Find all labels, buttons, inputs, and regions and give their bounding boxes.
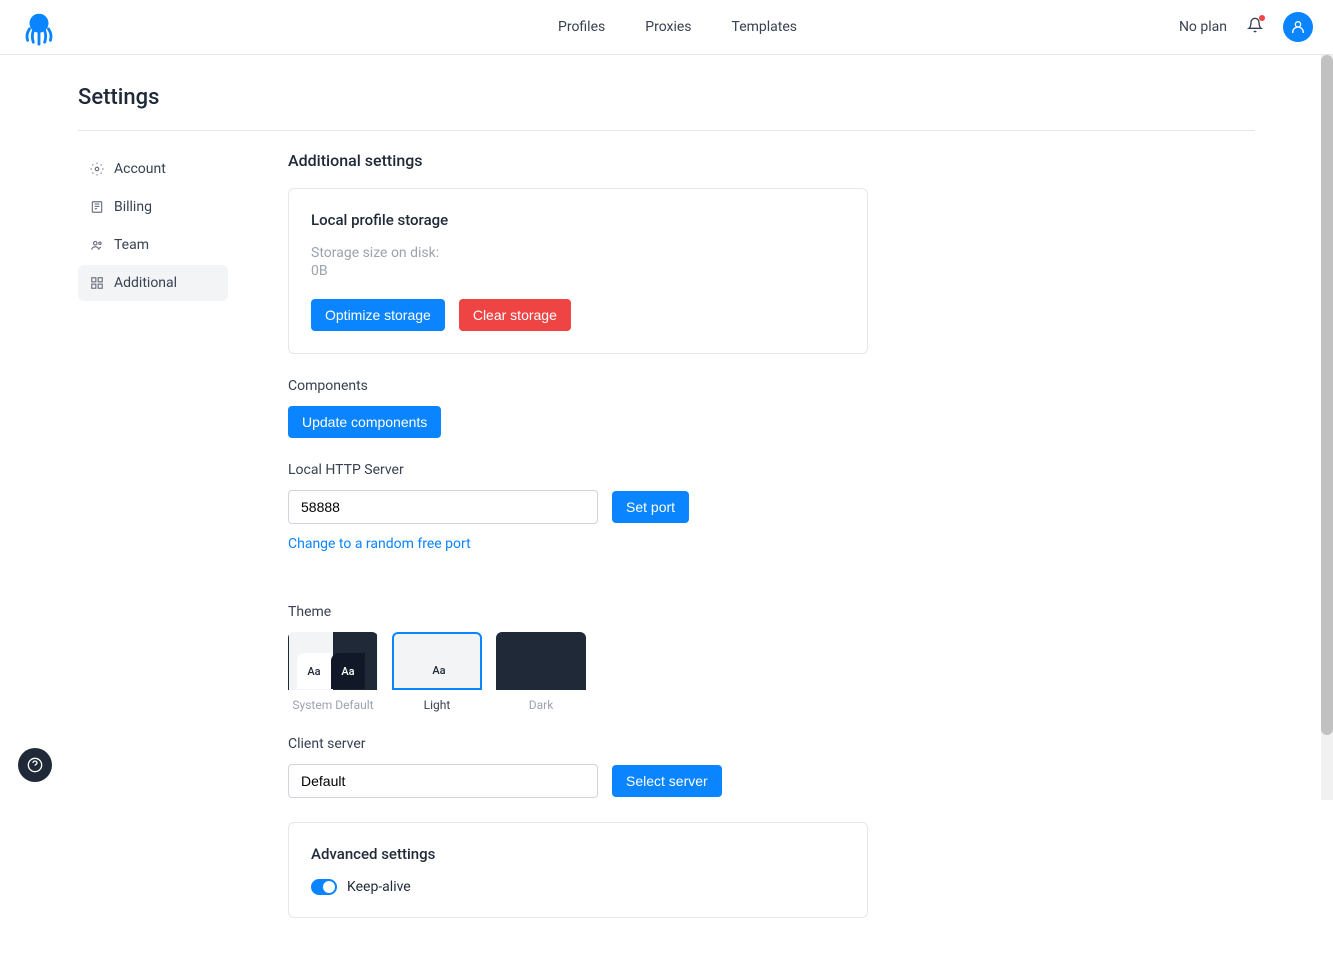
keepalive-label: Keep-alive — [347, 879, 411, 895]
nav-proxies[interactable]: Proxies — [645, 19, 691, 35]
section-title: Additional settings — [288, 151, 1255, 170]
theme-section: Theme Aa Aa System Default — [288, 604, 1255, 712]
grid-icon — [90, 276, 104, 290]
storage-title: Local profile storage — [311, 211, 845, 229]
theme-label-dark: Dark — [496, 698, 586, 712]
theme-box-system: Aa Aa — [288, 632, 378, 690]
theme-label-light: Light — [392, 698, 482, 712]
port-input[interactable] — [288, 490, 598, 524]
nav: Profiles Proxies Templates — [558, 19, 797, 35]
octopus-icon — [20, 8, 58, 46]
theme-options: Aa Aa System Default Aa Light — [288, 632, 1255, 712]
advanced-card: Advanced settings Keep-alive — [288, 822, 868, 918]
theme-label: Theme — [288, 604, 1255, 620]
sidebar-item-label: Account — [114, 161, 166, 177]
sidebar-item-label: Billing — [114, 199, 152, 215]
components-label: Components — [288, 378, 1255, 394]
avatar[interactable] — [1283, 12, 1313, 42]
question-icon — [27, 757, 43, 773]
main: Additional settings Local profile storag… — [288, 151, 1255, 942]
users-icon — [90, 238, 104, 252]
sidebar-item-account[interactable]: Account — [78, 151, 228, 187]
keepalive-toggle[interactable] — [311, 879, 337, 895]
server-input[interactable] — [288, 764, 598, 798]
container: Settings Account Billing Team — [0, 55, 1333, 972]
set-port-button[interactable]: Set port — [612, 491, 689, 523]
select-server-button[interactable]: Select server — [612, 765, 722, 797]
theme-aa: Aa — [331, 653, 365, 689]
gear-icon — [90, 162, 104, 176]
theme-light[interactable]: Aa Light — [392, 632, 482, 712]
advanced-title: Advanced settings — [311, 845, 845, 863]
notification-dot — [1259, 15, 1265, 21]
user-icon — [1290, 19, 1306, 35]
header-right: No plan — [1179, 12, 1313, 42]
optimize-storage-button[interactable]: Optimize storage — [311, 299, 445, 331]
sidebar-item-label: Additional — [114, 275, 177, 291]
logo[interactable] — [20, 8, 58, 46]
header: Profiles Proxies Templates No plan — [0, 0, 1333, 55]
server-row: Select server — [288, 764, 1255, 798]
random-port-link[interactable]: Change to a random free port — [288, 536, 471, 552]
theme-aa: Aa — [297, 653, 331, 689]
scrollbar-thumb[interactable] — [1321, 55, 1333, 735]
http-row: Set port — [288, 490, 1255, 524]
sidebar: Account Billing Team Additional — [78, 151, 228, 942]
nav-templates[interactable]: Templates — [732, 19, 798, 35]
notifications-button[interactable] — [1247, 17, 1263, 37]
plan-label[interactable]: No plan — [1179, 19, 1227, 35]
clear-storage-button[interactable]: Clear storage — [459, 299, 571, 331]
theme-aa: Aa — [517, 653, 567, 689]
http-section: Local HTTP Server Set port Change to a r… — [288, 462, 1255, 580]
storage-value: 0B — [311, 263, 845, 279]
sidebar-item-additional[interactable]: Additional — [78, 265, 228, 301]
content: Account Billing Team Additional — [78, 151, 1255, 942]
theme-dark[interactable]: Aa Dark — [496, 632, 586, 712]
theme-box-dark: Aa — [496, 632, 586, 690]
storage-card: Local profile storage Storage size on di… — [288, 188, 868, 354]
server-label: Client server — [288, 736, 1255, 752]
theme-box-light: Aa — [392, 632, 482, 690]
toggle-knob — [323, 881, 335, 893]
theme-aa: Aa — [414, 652, 464, 688]
divider — [78, 130, 1255, 131]
page-title: Settings — [78, 85, 1255, 110]
theme-label-system: System Default — [288, 698, 378, 712]
storage-buttons: Optimize storage Clear storage — [311, 299, 845, 331]
building-icon — [90, 200, 104, 214]
sidebar-item-team[interactable]: Team — [78, 227, 228, 263]
sidebar-item-label: Team — [114, 237, 149, 253]
scrollbar[interactable] — [1321, 55, 1333, 800]
http-label: Local HTTP Server — [288, 462, 1255, 478]
update-components-button[interactable]: Update components — [288, 406, 441, 438]
nav-profiles[interactable]: Profiles — [558, 19, 605, 35]
keepalive-row: Keep-alive — [311, 879, 845, 895]
sidebar-item-billing[interactable]: Billing — [78, 189, 228, 225]
server-section: Client server Select server — [288, 736, 1255, 798]
storage-label: Storage size on disk: — [311, 245, 845, 261]
theme-system[interactable]: Aa Aa System Default — [288, 632, 378, 712]
help-button[interactable] — [18, 748, 52, 782]
components-section: Components Update components — [288, 378, 1255, 438]
